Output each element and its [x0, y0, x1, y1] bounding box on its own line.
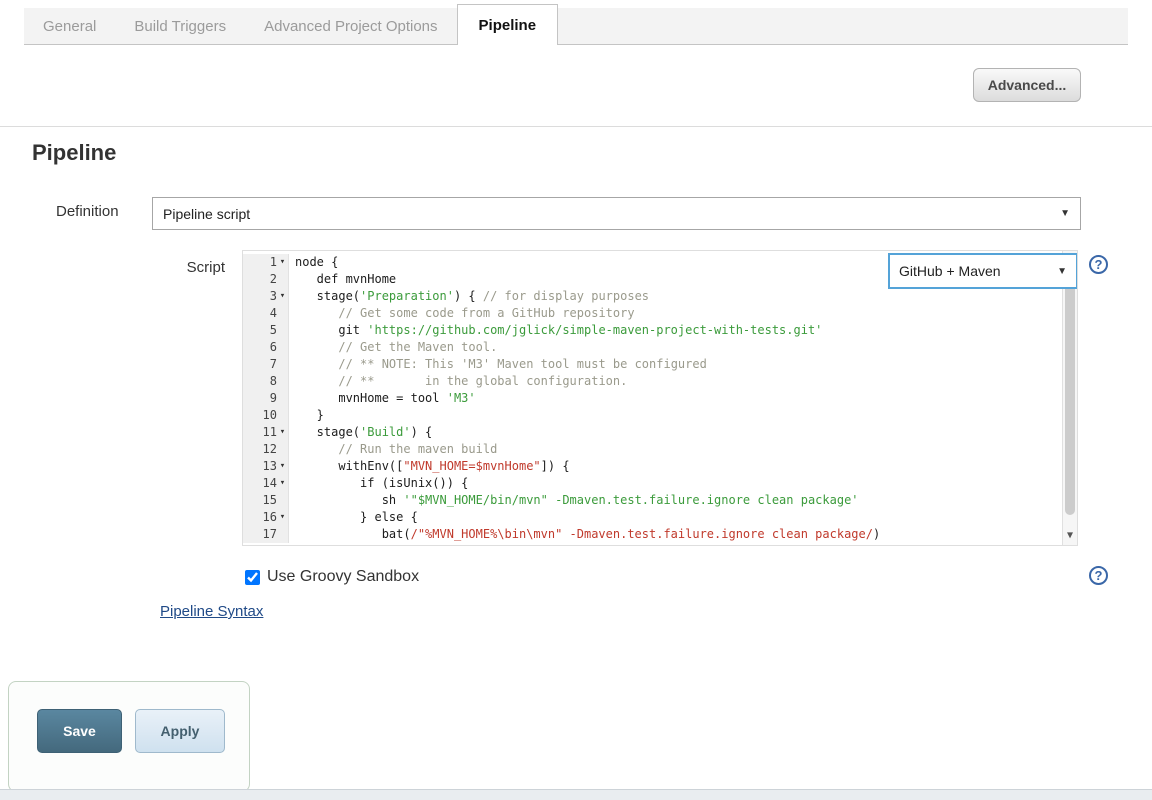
line-number: 14▾: [243, 475, 289, 492]
code-line: 11▾ stage('Build') {: [243, 424, 1077, 441]
page-title: Pipeline: [32, 140, 116, 166]
line-number: 16▾: [243, 509, 289, 526]
code-line: 8 // ** in the global configuration.: [243, 373, 1077, 390]
code-line: 9 mvnHome = tool 'M3': [243, 390, 1077, 407]
scroll-down-icon[interactable]: ▼: [1063, 527, 1077, 544]
code-line: 10 }: [243, 407, 1077, 424]
line-number: 11▾: [243, 424, 289, 441]
sample-select-value: GitHub + Maven: [899, 263, 1001, 280]
definition-select-value: Pipeline script: [163, 206, 250, 222]
section-divider: [0, 126, 1152, 127]
code-line: 16▾ } else {: [243, 509, 1077, 526]
tab-pipeline[interactable]: Pipeline: [457, 4, 559, 45]
code-line: 5 git 'https://github.com/jglick/simple-…: [243, 322, 1077, 339]
groovy-sandbox-checkbox[interactable]: [245, 570, 260, 585]
chevron-down-icon: ▼: [1060, 208, 1070, 219]
save-button[interactable]: Save: [37, 709, 122, 753]
code-line: 12 // Run the maven build: [243, 441, 1077, 458]
script-editor-lines: 1▾node {2 def mvnHome3▾ stage('Preparati…: [243, 251, 1077, 543]
editor-scrollbar[interactable]: ▼: [1062, 251, 1077, 545]
fold-toggle-icon[interactable]: ▾: [277, 475, 288, 492]
config-tabbar: General Build Triggers Advanced Project …: [24, 8, 1128, 45]
line-number: 17: [243, 526, 289, 543]
code-line: 7 // ** NOTE: This 'M3' Maven tool must …: [243, 356, 1077, 373]
groovy-sandbox-label: Use Groovy Sandbox: [267, 568, 419, 586]
fold-toggle-icon[interactable]: ▾: [277, 458, 288, 475]
line-number: 15: [243, 492, 289, 509]
line-number: 8: [243, 373, 289, 390]
tab-advanced-project-options[interactable]: Advanced Project Options: [245, 9, 456, 44]
fold-toggle-icon[interactable]: ▾: [277, 509, 288, 526]
line-number: 12: [243, 441, 289, 458]
line-number: 10: [243, 407, 289, 424]
editor-scrollbar-thumb[interactable]: [1065, 273, 1075, 515]
code-line: 3▾ stage('Preparation') { // for display…: [243, 288, 1077, 305]
script-label: Script: [140, 259, 225, 276]
page-footer: [0, 789, 1152, 800]
definition-label: Definition: [56, 203, 119, 220]
definition-select[interactable]: Pipeline script ▼: [152, 197, 1081, 230]
tab-build-triggers[interactable]: Build Triggers: [115, 9, 245, 44]
code-line: 14▾ if (isUnix()) {: [243, 475, 1077, 492]
line-number: 7: [243, 356, 289, 373]
sample-script-select[interactable]: GitHub + Maven ▼: [888, 253, 1078, 289]
fold-toggle-icon[interactable]: ▾: [277, 288, 288, 305]
fold-toggle-icon[interactable]: ▾: [277, 424, 288, 441]
code-line: 13▾ withEnv(["MVN_HOME=$mvnHome"]) {: [243, 458, 1077, 475]
line-number: 13▾: [243, 458, 289, 475]
help-icon[interactable]: ?: [1089, 255, 1108, 274]
code-line: 4 // Get some code from a GitHub reposit…: [243, 305, 1077, 322]
line-number: 3▾: [243, 288, 289, 305]
line-number: 5: [243, 322, 289, 339]
advanced-button[interactable]: Advanced...: [973, 68, 1081, 102]
help-icon[interactable]: ?: [1089, 566, 1108, 585]
line-number: 1▾: [243, 254, 289, 271]
chevron-down-icon: ▼: [1057, 263, 1067, 280]
save-apply-panel: Save Apply: [8, 681, 250, 792]
line-number: 9: [243, 390, 289, 407]
line-number: 4: [243, 305, 289, 322]
tab-general[interactable]: General: [24, 9, 115, 44]
script-editor[interactable]: 1▾node {2 def mvnHome3▾ stage('Preparati…: [242, 250, 1078, 546]
fold-toggle-icon[interactable]: ▾: [277, 254, 288, 271]
line-number: 2: [243, 271, 289, 288]
line-number: 6: [243, 339, 289, 356]
code-line: 15 sh '"$MVN_HOME/bin/mvn" -Dmaven.test.…: [243, 492, 1077, 509]
code-line: 17 bat(/"%MVN_HOME%\bin\mvn" -Dmaven.tes…: [243, 526, 1077, 543]
apply-button[interactable]: Apply: [135, 709, 225, 753]
code-line: 6 // Get the Maven tool.: [243, 339, 1077, 356]
pipeline-syntax-link[interactable]: Pipeline Syntax: [160, 603, 263, 620]
